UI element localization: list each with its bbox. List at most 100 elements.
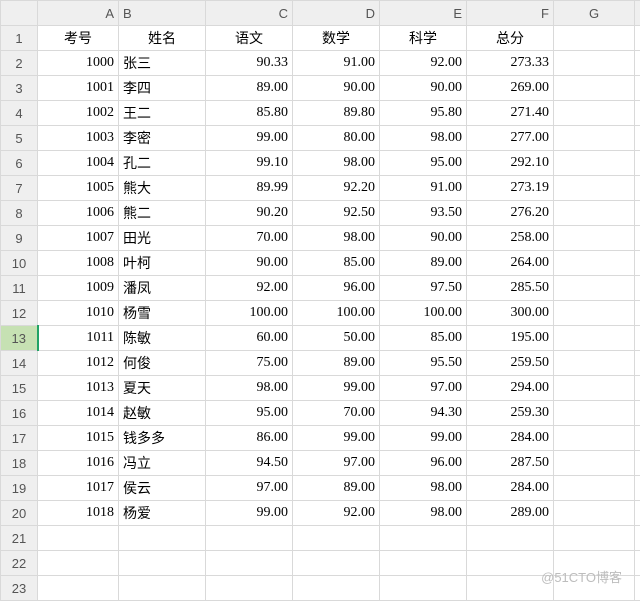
cell-E20[interactable]: 98.00	[380, 501, 467, 526]
cell-G7[interactable]	[554, 176, 635, 201]
cell-G10[interactable]	[554, 251, 635, 276]
cell-C11[interactable]: 92.00	[206, 276, 293, 301]
row-header-7[interactable]: 7	[1, 176, 38, 201]
cell-H17[interactable]	[635, 426, 640, 451]
cell-G13[interactable]	[554, 326, 635, 351]
row-header-21[interactable]: 21	[1, 526, 38, 551]
cell-H21[interactable]	[635, 526, 640, 551]
cell-F15[interactable]: 294.00	[467, 376, 554, 401]
cell-E11[interactable]: 97.50	[380, 276, 467, 301]
cell-F8[interactable]: 276.20	[467, 201, 554, 226]
cell-F10[interactable]: 264.00	[467, 251, 554, 276]
cell-H13[interactable]	[635, 326, 640, 351]
cell-B8[interactable]: 熊二	[119, 201, 206, 226]
row-header-6[interactable]: 6	[1, 151, 38, 176]
cell-A11[interactable]: 1009	[38, 276, 119, 301]
row-header-17[interactable]: 17	[1, 426, 38, 451]
cell-C5[interactable]: 99.00	[206, 126, 293, 151]
row-header-5[interactable]: 5	[1, 126, 38, 151]
column-header-H[interactable]: H	[635, 1, 640, 26]
cell-H4[interactable]	[635, 101, 640, 126]
column-header-C[interactable]: C	[206, 1, 293, 26]
cell-G3[interactable]	[554, 76, 635, 101]
cell-E8[interactable]: 93.50	[380, 201, 467, 226]
cell-C16[interactable]: 95.00	[206, 401, 293, 426]
cell-H6[interactable]	[635, 151, 640, 176]
cell-D10[interactable]: 85.00	[293, 251, 380, 276]
cell-C19[interactable]: 97.00	[206, 476, 293, 501]
cell-B9[interactable]: 田光	[119, 226, 206, 251]
row-header-16[interactable]: 16	[1, 401, 38, 426]
corner-cell[interactable]	[1, 1, 38, 26]
row-header-13[interactable]: 13	[1, 326, 38, 351]
cell-F11[interactable]: 285.50	[467, 276, 554, 301]
cell-A15[interactable]: 1013	[38, 376, 119, 401]
cell-C17[interactable]: 86.00	[206, 426, 293, 451]
cell-E10[interactable]: 89.00	[380, 251, 467, 276]
cell-E1[interactable]: 科学	[380, 26, 467, 51]
cell-D3[interactable]: 90.00	[293, 76, 380, 101]
column-header-E[interactable]: E	[380, 1, 467, 26]
cell-G14[interactable]	[554, 351, 635, 376]
cell-D9[interactable]: 98.00	[293, 226, 380, 251]
cell-B18[interactable]: 冯立	[119, 451, 206, 476]
cell-C22[interactable]	[206, 551, 293, 576]
cell-G18[interactable]	[554, 451, 635, 476]
cell-F23[interactable]	[467, 576, 554, 601]
cell-D4[interactable]: 89.80	[293, 101, 380, 126]
column-header-D[interactable]: D	[293, 1, 380, 26]
row-header-9[interactable]: 9	[1, 226, 38, 251]
cell-C20[interactable]: 99.00	[206, 501, 293, 526]
cell-H10[interactable]	[635, 251, 640, 276]
cell-B13[interactable]: 陈敏	[119, 326, 206, 351]
cell-F18[interactable]: 287.50	[467, 451, 554, 476]
cell-E12[interactable]: 100.00	[380, 301, 467, 326]
row-header-1[interactable]: 1	[1, 26, 38, 51]
cell-E5[interactable]: 98.00	[380, 126, 467, 151]
cell-A5[interactable]: 1003	[38, 126, 119, 151]
cell-H15[interactable]	[635, 376, 640, 401]
cell-D15[interactable]: 99.00	[293, 376, 380, 401]
row-header-10[interactable]: 10	[1, 251, 38, 276]
cell-G12[interactable]	[554, 301, 635, 326]
cell-D8[interactable]: 92.50	[293, 201, 380, 226]
cell-F12[interactable]: 300.00	[467, 301, 554, 326]
cell-D23[interactable]	[293, 576, 380, 601]
cell-H5[interactable]	[635, 126, 640, 151]
cell-G19[interactable]	[554, 476, 635, 501]
cell-B16[interactable]: 赵敏	[119, 401, 206, 426]
cell-B15[interactable]: 夏天	[119, 376, 206, 401]
cell-D22[interactable]	[293, 551, 380, 576]
cell-C14[interactable]: 75.00	[206, 351, 293, 376]
cell-D11[interactable]: 96.00	[293, 276, 380, 301]
cell-A1[interactable]: 考号	[38, 26, 119, 51]
cell-A6[interactable]: 1004	[38, 151, 119, 176]
column-header-F[interactable]: F	[467, 1, 554, 26]
cell-A14[interactable]: 1012	[38, 351, 119, 376]
cell-C15[interactable]: 98.00	[206, 376, 293, 401]
cell-A23[interactable]	[38, 576, 119, 601]
row-header-2[interactable]: 2	[1, 51, 38, 76]
cell-D19[interactable]: 89.00	[293, 476, 380, 501]
cell-E17[interactable]: 99.00	[380, 426, 467, 451]
cell-A9[interactable]: 1007	[38, 226, 119, 251]
cell-E4[interactable]: 95.80	[380, 101, 467, 126]
cell-C21[interactable]	[206, 526, 293, 551]
cell-A12[interactable]: 1010	[38, 301, 119, 326]
cell-A4[interactable]: 1002	[38, 101, 119, 126]
cell-A7[interactable]: 1005	[38, 176, 119, 201]
cell-C23[interactable]	[206, 576, 293, 601]
cell-E6[interactable]: 95.00	[380, 151, 467, 176]
cell-A3[interactable]: 1001	[38, 76, 119, 101]
cell-F9[interactable]: 258.00	[467, 226, 554, 251]
cell-E7[interactable]: 91.00	[380, 176, 467, 201]
cell-B22[interactable]	[119, 551, 206, 576]
cell-H16[interactable]	[635, 401, 640, 426]
cell-G21[interactable]	[554, 526, 635, 551]
cell-E9[interactable]: 90.00	[380, 226, 467, 251]
cell-E15[interactable]: 97.00	[380, 376, 467, 401]
cell-F19[interactable]: 284.00	[467, 476, 554, 501]
cell-A8[interactable]: 1006	[38, 201, 119, 226]
cell-C3[interactable]: 89.00	[206, 76, 293, 101]
cell-H11[interactable]	[635, 276, 640, 301]
